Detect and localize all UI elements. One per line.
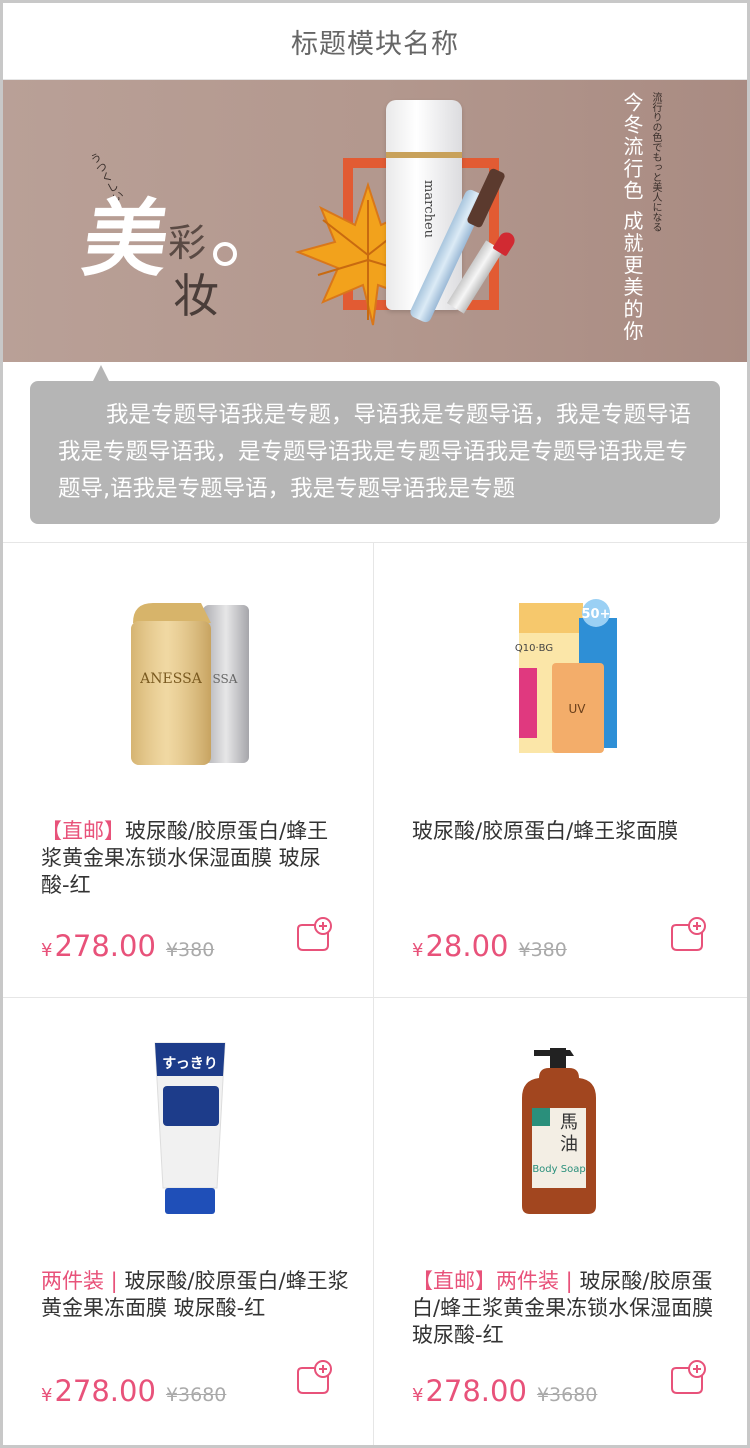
svg-text:ANESSA: ANESSA — [139, 671, 203, 687]
bubble-arrow — [93, 365, 109, 381]
banner-slogan-small: 流行りの色でもっと美人になる — [650, 92, 661, 232]
product-price: 278.00 — [54, 1374, 156, 1408]
svg-text:油: 油 — [560, 1134, 578, 1155]
product-card[interactable]: ANESSA SSA 【直邮】玻尿酸/胶原蛋白/蜂王浆黄金果冻锁水保湿面膜 玻尿… — [3, 543, 374, 998]
svg-text:UV: UV — [569, 702, 587, 716]
price-row: ¥ 278.00 ¥3680 — [412, 1374, 597, 1408]
horse-oil-body-soap-image: 馬 油 Body Soap — [522, 1048, 596, 1214]
currency-symbol: ¥ — [41, 1385, 53, 1406]
product-price: 278.00 — [425, 1374, 527, 1408]
currency-symbol: ¥ — [412, 1385, 424, 1406]
bottle-label: marcheu — [421, 180, 436, 239]
add-to-basket-icon[interactable] — [293, 915, 333, 955]
price-row: ¥ 28.00 ¥380 — [412, 929, 567, 963]
add-to-basket-icon[interactable] — [667, 915, 707, 955]
sunscreen-bottles-image: ANESSA SSA — [131, 603, 249, 765]
banner-sub-char-1: 彩 — [168, 221, 207, 265]
product-title[interactable]: 【直邮】玻尿酸/胶原蛋白/蜂王浆黄金果冻锁水保湿面膜 玻尿酸-红 — [41, 818, 349, 899]
page: 标题模块名称 うつくしい 美 彩 妆 marcheu 今冬流行色 成就更美的你 … — [0, 0, 750, 1448]
original-price: ¥3680 — [536, 1384, 598, 1406]
intro-text: 我是专题导语我是专题，导语我是专题导语，我是专题导语我是专题导语我，是专题导语我… — [58, 402, 692, 502]
svg-text:すっきり: すっきり — [162, 1056, 217, 1072]
product-tag: 【直邮】 — [41, 819, 125, 843]
svg-text:馬: 馬 — [560, 1112, 578, 1133]
product-grid: ANESSA SSA 【直邮】玻尿酸/胶原蛋白/蜂王浆黄金果冻锁水保湿面膜 玻尿… — [3, 542, 747, 1445]
uv-essence-box-image: 50+ Q10·BG UV — [515, 599, 617, 753]
page-header: 标题模块名称 — [3, 3, 747, 80]
product-title[interactable]: 【直邮】两件装 | 玻尿酸/胶原蛋白/蜂王浆黄金果冻锁水保湿面膜 玻尿酸-红 — [412, 1268, 723, 1349]
original-price: ¥380 — [518, 939, 567, 961]
svg-text:Body Soap: Body Soap — [532, 1164, 585, 1175]
product-card[interactable]: 50+ Q10·BG UV 玻尿酸/胶原蛋白/蜂王浆面膜 ¥ 28.00 ¥38… — [374, 543, 747, 998]
currency-symbol: ¥ — [412, 940, 424, 961]
add-to-basket-icon[interactable] — [293, 1358, 333, 1398]
bottle-band — [386, 152, 462, 158]
product-price: 28.00 — [425, 929, 509, 963]
banner-sub-char-2: 妆 — [173, 269, 219, 323]
svg-text:Q10·BG: Q10·BG — [515, 643, 553, 654]
svg-text:SSA: SSA — [213, 672, 238, 686]
product-tag: 【直邮】两件装 | — [412, 1269, 580, 1293]
svg-text:50+: 50+ — [582, 607, 611, 622]
intro-section: 我是专题导语我是专题，导语我是专题导语，我是专题导语我是专题导语我，是专题导语我… — [3, 362, 747, 540]
promo-banner[interactable]: うつくしい 美 彩 妆 marcheu 今冬流行色 成就更美的你 流行りの色でも… — [3, 80, 747, 362]
original-price: ¥380 — [165, 939, 215, 961]
banner-slogan: 今冬流行色 成就更美的你 — [620, 92, 644, 343]
product-title[interactable]: 玻尿酸/胶原蛋白/蜂王浆面膜 — [412, 818, 723, 845]
product-name: 玻尿酸/胶原蛋白/蜂王浆面膜 — [412, 819, 679, 843]
product-card[interactable]: 馬 油 Body Soap 【直邮】两件装 | 玻尿酸/胶原蛋白/蜂王浆黄金果冻… — [374, 998, 747, 1445]
page-title: 标题模块名称 — [291, 28, 459, 60]
original-price: ¥3680 — [165, 1384, 227, 1406]
product-tag: 两件装 | — [41, 1269, 125, 1293]
intro-bubble: 我是专题导语我是专题，导语我是专题导语，我是专题导语我是专题导语我，是专题导语我… — [30, 381, 720, 524]
add-to-basket-icon[interactable] — [667, 1358, 707, 1398]
currency-symbol: ¥ — [41, 940, 53, 961]
banner-circle-icon — [213, 242, 237, 266]
price-row: ¥ 278.00 ¥3680 — [41, 1374, 226, 1408]
face-gel-tube-image: すっきり — [154, 1042, 226, 1214]
product-price: 278.00 — [54, 929, 156, 963]
banner-main-char: 美 — [77, 189, 176, 288]
product-card[interactable]: すっきり 两件装 | 玻尿酸/胶原蛋白/蜂王浆黄金果冻面膜 玻尿酸-红 ¥ 27… — [3, 998, 374, 1445]
price-row: ¥ 278.00 ¥380 — [41, 929, 214, 963]
product-title[interactable]: 两件装 | 玻尿酸/胶原蛋白/蜂王浆黄金果冻面膜 玻尿酸-红 — [41, 1268, 349, 1322]
